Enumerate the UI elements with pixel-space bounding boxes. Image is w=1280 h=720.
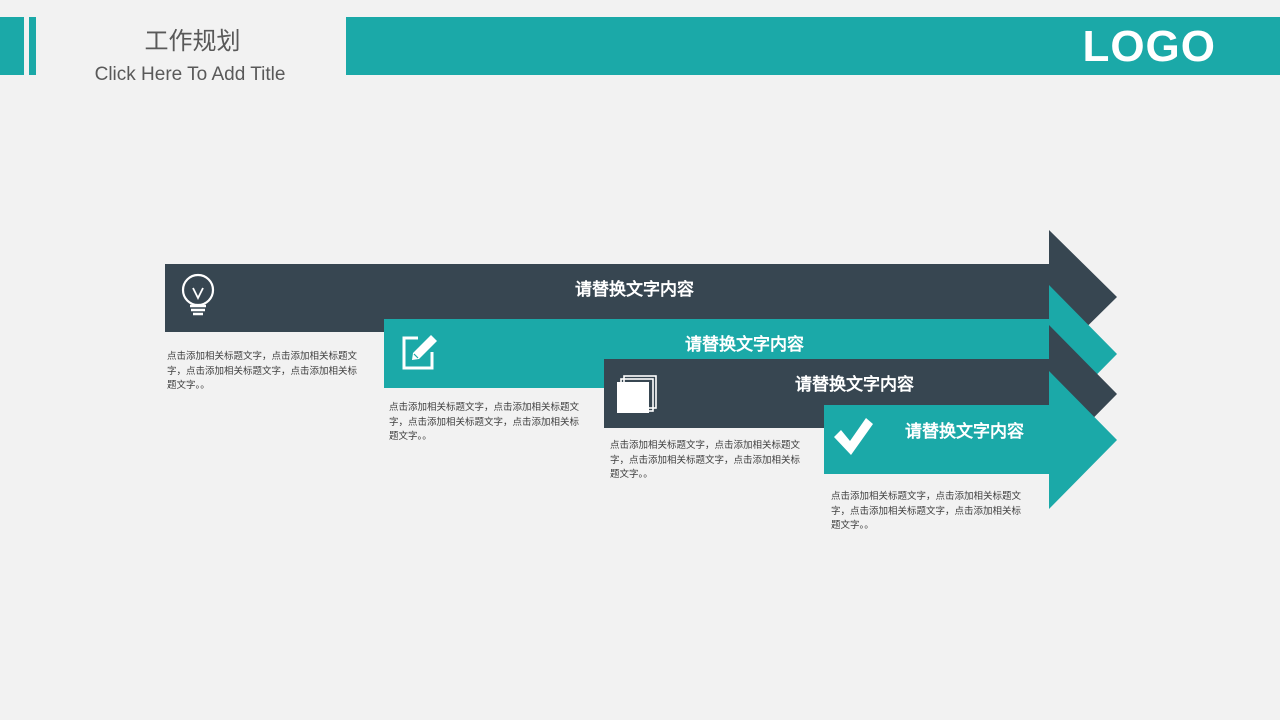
step-3-title: 请替换文字内容 <box>795 375 914 395</box>
step-4-description: 点击添加相关标题文字，点击添加相关标题文字，点击添加相关标题文字，点击添加相关标… <box>831 491 1022 531</box>
step-2-title: 请替换文字内容 <box>685 335 804 355</box>
step-1-title: 请替换文字内容 <box>575 280 694 300</box>
step-2-description: 点击添加相关标题文字，点击添加相关标题文字，点击添加相关标题文字，点击添加相关标… <box>389 402 580 442</box>
step-1-description: 点击添加相关标题文字，点击添加相关标题文字，点击添加相关标题文字，点击添加相关标… <box>167 351 358 391</box>
step-4-title: 请替换文字内容 <box>905 422 1024 442</box>
step-3-description: 点击添加相关标题文字，点击添加相关标题文字，点击添加相关标题文字，点击添加相关标… <box>610 440 801 480</box>
